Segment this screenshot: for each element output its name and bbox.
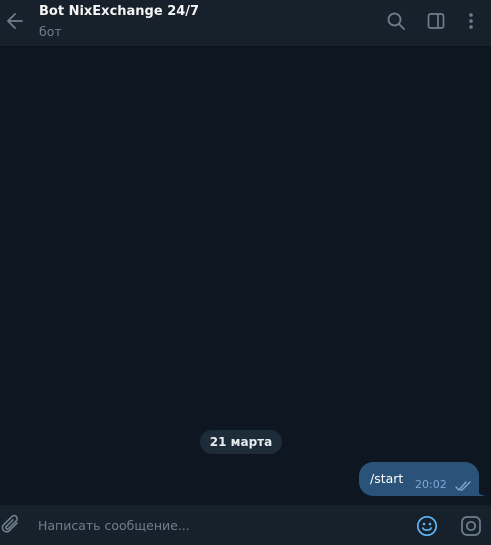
chat-header: Bot NixExchange 24/7 бот (0, 0, 491, 47)
attach-button[interactable] (0, 513, 24, 539)
chat-subtitle: бот (39, 24, 62, 39)
message-text: /start (370, 471, 404, 486)
message-input[interactable] (38, 515, 378, 535)
message-time: 20:02 (415, 478, 447, 491)
search-button[interactable] (384, 9, 408, 33)
camera-button[interactable] (459, 514, 483, 538)
telegram-chat-window: Bot NixExchange 24/7 бот 21 марта /start… (0, 0, 491, 545)
search-icon (387, 12, 405, 30)
toggle-sidebar-button[interactable] (424, 9, 448, 33)
outgoing-message-bubble[interactable]: /start 20:02 (359, 462, 479, 496)
chat-title: Bot NixExchange 24/7 (39, 4, 200, 19)
more-menu-button[interactable] (459, 9, 483, 33)
double-check-icon (455, 481, 471, 491)
emoji-icon (416, 515, 438, 537)
bubble-tail (474, 485, 486, 496)
date-separator: 21 марта (200, 430, 282, 454)
arrow-left-icon (7, 13, 23, 29)
message-composer (0, 505, 491, 545)
sidebar-panel-icon (427, 13, 445, 29)
camera-icon (461, 516, 481, 536)
emoji-button[interactable] (415, 514, 439, 538)
chat-title-block[interactable]: Bot NixExchange 24/7 бот (39, 3, 199, 41)
back-button[interactable] (2, 7, 28, 35)
paperclip-icon (1, 514, 18, 533)
more-vertical-icon (469, 13, 473, 29)
message-history[interactable]: 21 марта /start 20:02 (0, 47, 491, 505)
